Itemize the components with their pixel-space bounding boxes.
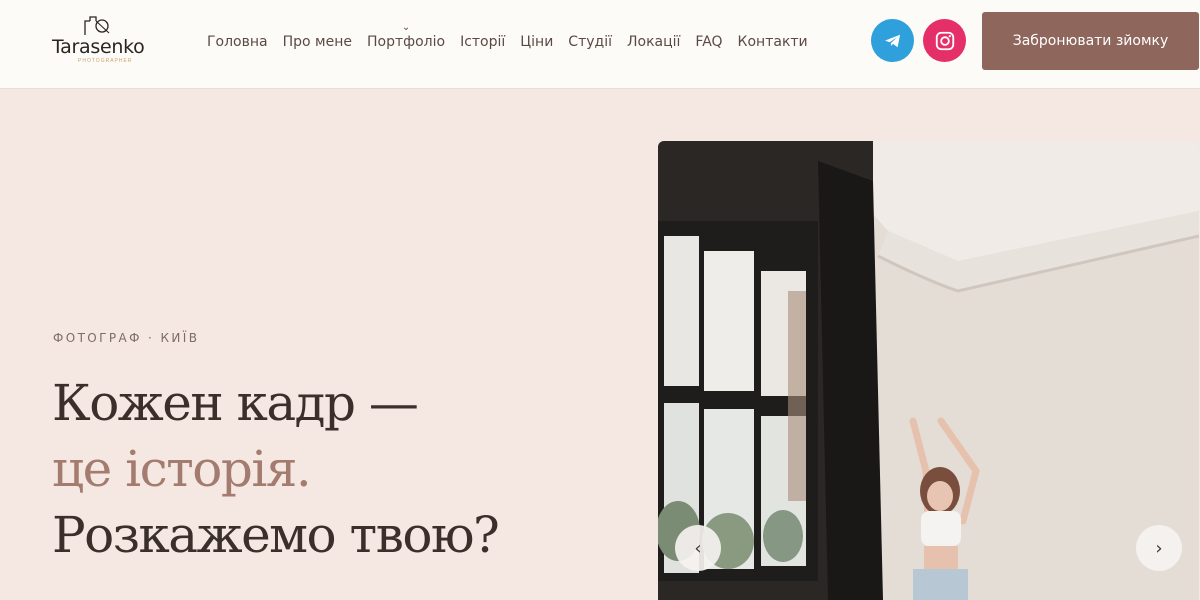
chevron-down-icon[interactable]: ⌄ bbox=[402, 22, 410, 33]
headline-line-2-accent: це історія. bbox=[52, 440, 312, 498]
main-nav: Головна Про мене ⌄ Портфоліо Історії Цін… bbox=[207, 22, 823, 50]
headline-line-3: Розкажемо твою? bbox=[52, 506, 500, 564]
hero-photo bbox=[658, 141, 1199, 600]
nav-item-about[interactable]: Про мене bbox=[283, 34, 352, 50]
telegram-button[interactable] bbox=[871, 19, 914, 62]
nav-item-label: Студії bbox=[568, 34, 612, 50]
logo[interactable]: Tarasenko PHOTOGRAPHER bbox=[52, 16, 145, 64]
hero-eyebrow: ФОТОГРАФ · КИЇВ bbox=[53, 331, 200, 345]
nav-item-stories[interactable]: Історії bbox=[460, 34, 505, 50]
book-shoot-button[interactable]: Забронювати зйомку bbox=[982, 12, 1199, 70]
nav-item-label: Портфоліо bbox=[366, 34, 446, 50]
camera-logo-icon bbox=[84, 16, 110, 35]
telegram-icon bbox=[884, 34, 900, 47]
nav-item-label: Ціни bbox=[520, 34, 554, 50]
nav-item-locations[interactable]: Локації bbox=[627, 34, 680, 50]
nav-item-contacts[interactable]: Контакти bbox=[738, 34, 808, 50]
logo-wordmark: Tarasenko bbox=[52, 36, 145, 58]
nav-item-label: Локації bbox=[626, 34, 681, 50]
nav-item-label: Головна bbox=[207, 34, 268, 50]
nav-item-prices[interactable]: Ціни bbox=[520, 34, 553, 50]
slider-next-button[interactable]: › bbox=[1136, 525, 1182, 571]
headline-line-1: Кожен кадр — bbox=[52, 374, 419, 432]
nav-item-label: Історії bbox=[460, 34, 506, 50]
instagram-icon bbox=[935, 31, 954, 50]
nav-item-label: Контакти bbox=[737, 34, 808, 50]
slider-prev-button[interactable]: ‹ bbox=[675, 525, 721, 571]
nav-item-portfolio[interactable]: ⌄ Портфоліо bbox=[366, 22, 446, 50]
nav-item-home[interactable]: Головна bbox=[207, 34, 268, 50]
instagram-button[interactable] bbox=[923, 19, 966, 62]
nav-item-label: FAQ bbox=[695, 34, 723, 50]
logo-subtitle: PHOTOGRAPHER bbox=[78, 58, 133, 64]
nav-item-label: Про мене bbox=[282, 34, 352, 50]
hero-headline: Кожен кадр — це історія. Розкажемо твою? bbox=[52, 370, 500, 568]
site-header: Tarasenko PHOTOGRAPHER Головна Про мене … bbox=[0, 0, 1200, 89]
hero-photo-slider[interactable]: ‹ › bbox=[658, 141, 1199, 600]
nav-item-studios[interactable]: Студії bbox=[568, 34, 612, 50]
nav-item-faq[interactable]: FAQ bbox=[695, 34, 722, 50]
